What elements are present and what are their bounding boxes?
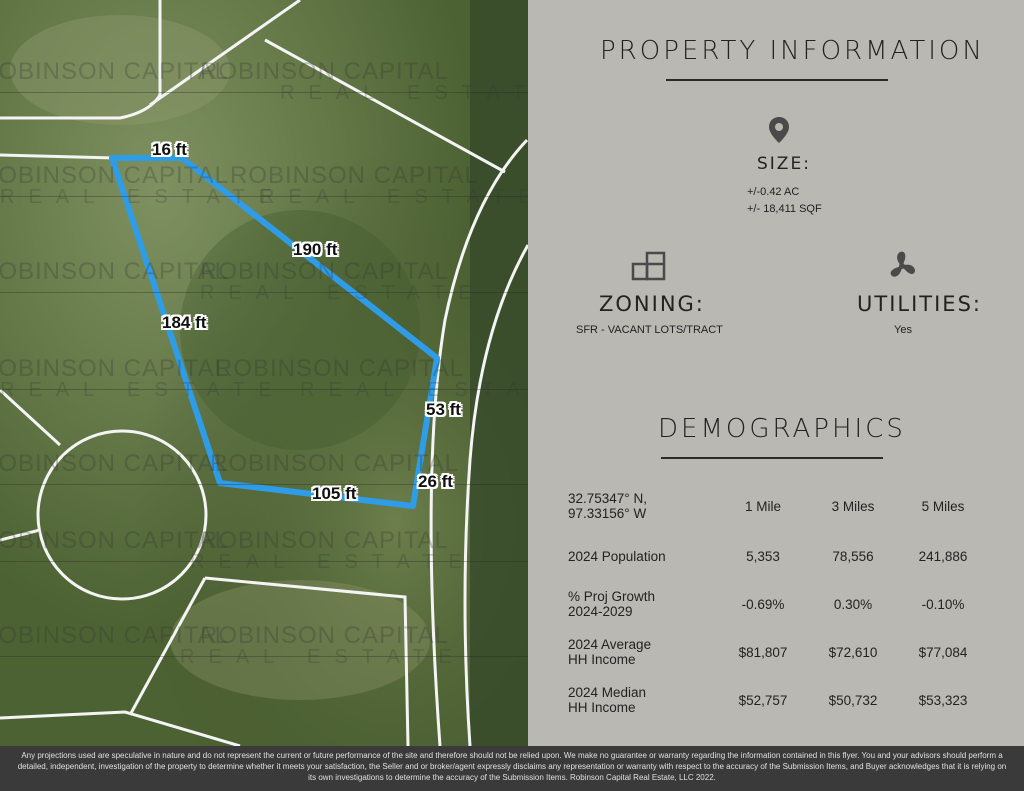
zoning-value: SFR - VACANT LOTS/TRACT (576, 324, 723, 336)
row-label-line: 2024-2029 (568, 604, 633, 619)
disclaimer-footer: Any projections used are speculative in … (0, 746, 1024, 791)
row-label: % Proj Growth 2024-2029 (568, 580, 718, 628)
property-information-title: PROPERTY INFORMATION (600, 36, 985, 66)
table-cell: $53,323 (918, 692, 968, 708)
table-cell: -0.10% (921, 596, 965, 612)
column-header: 1 Mile (744, 498, 781, 514)
row-label-line: 2024 Population (568, 548, 666, 564)
table-cell: 0.30% (833, 596, 873, 612)
row-label-line: 2024 Average (568, 637, 652, 652)
table-row: % Proj Growth 2024-2029 -0.69% 0.30% -0.… (568, 580, 988, 628)
location-pin-icon (769, 117, 789, 143)
table-header-row: 32.75347° N, 97.33156° W 1 Mile 3 Miles … (568, 480, 988, 532)
table-cell: -0.69% (741, 596, 785, 612)
demographics-title: DEMOGRAPHICS (658, 414, 906, 444)
row-label-line: % Proj Growth (568, 589, 656, 604)
table-row: 2024 Average HH Income $81,807 $72,610 $… (568, 628, 988, 676)
aerial-map: ROBINSON CAPITAL ROBINSON CAPITAL REAL E… (0, 0, 528, 746)
dimension-label-upper-right: 190 ft (293, 240, 338, 259)
size-acres: +/-0.42 AC (747, 186, 800, 198)
fan-icon (890, 251, 915, 277)
row-label-line: 2024 Median (568, 685, 647, 700)
table-cell: $52,757 (738, 692, 788, 708)
table-cell: $77,084 (918, 644, 968, 660)
table-cell: $50,732 (828, 692, 878, 708)
row-label: 2024 Average HH Income (568, 628, 718, 676)
row-label-line: HH Income (568, 700, 636, 715)
dimension-label-bottom: 105 ft (312, 484, 357, 503)
utilities-label: UTILITIES: (857, 292, 982, 316)
column-header: 5 Miles (921, 498, 965, 514)
dimension-label-left: 184 ft (162, 313, 207, 332)
dimension-label-top: 16 ft (152, 140, 187, 159)
table-row: 2024 Median HH Income $52,757 $50,732 $5… (568, 676, 988, 724)
size-square-feet: +/- 18,411 SQF (747, 203, 822, 215)
lot-layout-icon (631, 251, 666, 281)
row-label-line: HH Income (568, 652, 636, 667)
dimension-label-lower-right: 26 ft (418, 472, 453, 491)
title-underline (666, 79, 888, 81)
row-label: 2024 Population (568, 532, 718, 580)
row-label: 2024 Median HH Income (568, 676, 718, 724)
table-row: 2024 Population 5,353 78,556 241,886 (568, 532, 988, 580)
clearing-south (170, 580, 430, 700)
table-cell: $81,807 (738, 644, 788, 660)
size-label: SIZE: (757, 154, 811, 174)
dimension-label-right: 53 ft (426, 400, 461, 419)
demographics-underline (661, 457, 883, 459)
table-cell: 5,353 (746, 548, 780, 564)
coordinates-cell: 32.75347° N, 97.33156° W (568, 480, 718, 532)
tree-line (470, 0, 528, 746)
table-cell: $72,610 (828, 644, 878, 660)
table-cell: 78,556 (832, 548, 874, 564)
column-header: 3 Miles (831, 498, 875, 514)
demographics-table: 32.75347° N, 97.33156° W 1 Mile 3 Miles … (568, 480, 988, 724)
latitude: 32.75347° N, (568, 491, 647, 506)
zoning-label: ZONING: (599, 292, 705, 316)
clearing-north (10, 15, 230, 125)
utilities-value: Yes (894, 324, 912, 336)
table-cell: 241,886 (918, 548, 968, 564)
property-info-panel: PROPERTY INFORMATION SIZE: +/-0.42 AC +/… (528, 0, 1024, 746)
map-graphic (0, 0, 528, 746)
longitude: 97.33156° W (568, 506, 647, 521)
